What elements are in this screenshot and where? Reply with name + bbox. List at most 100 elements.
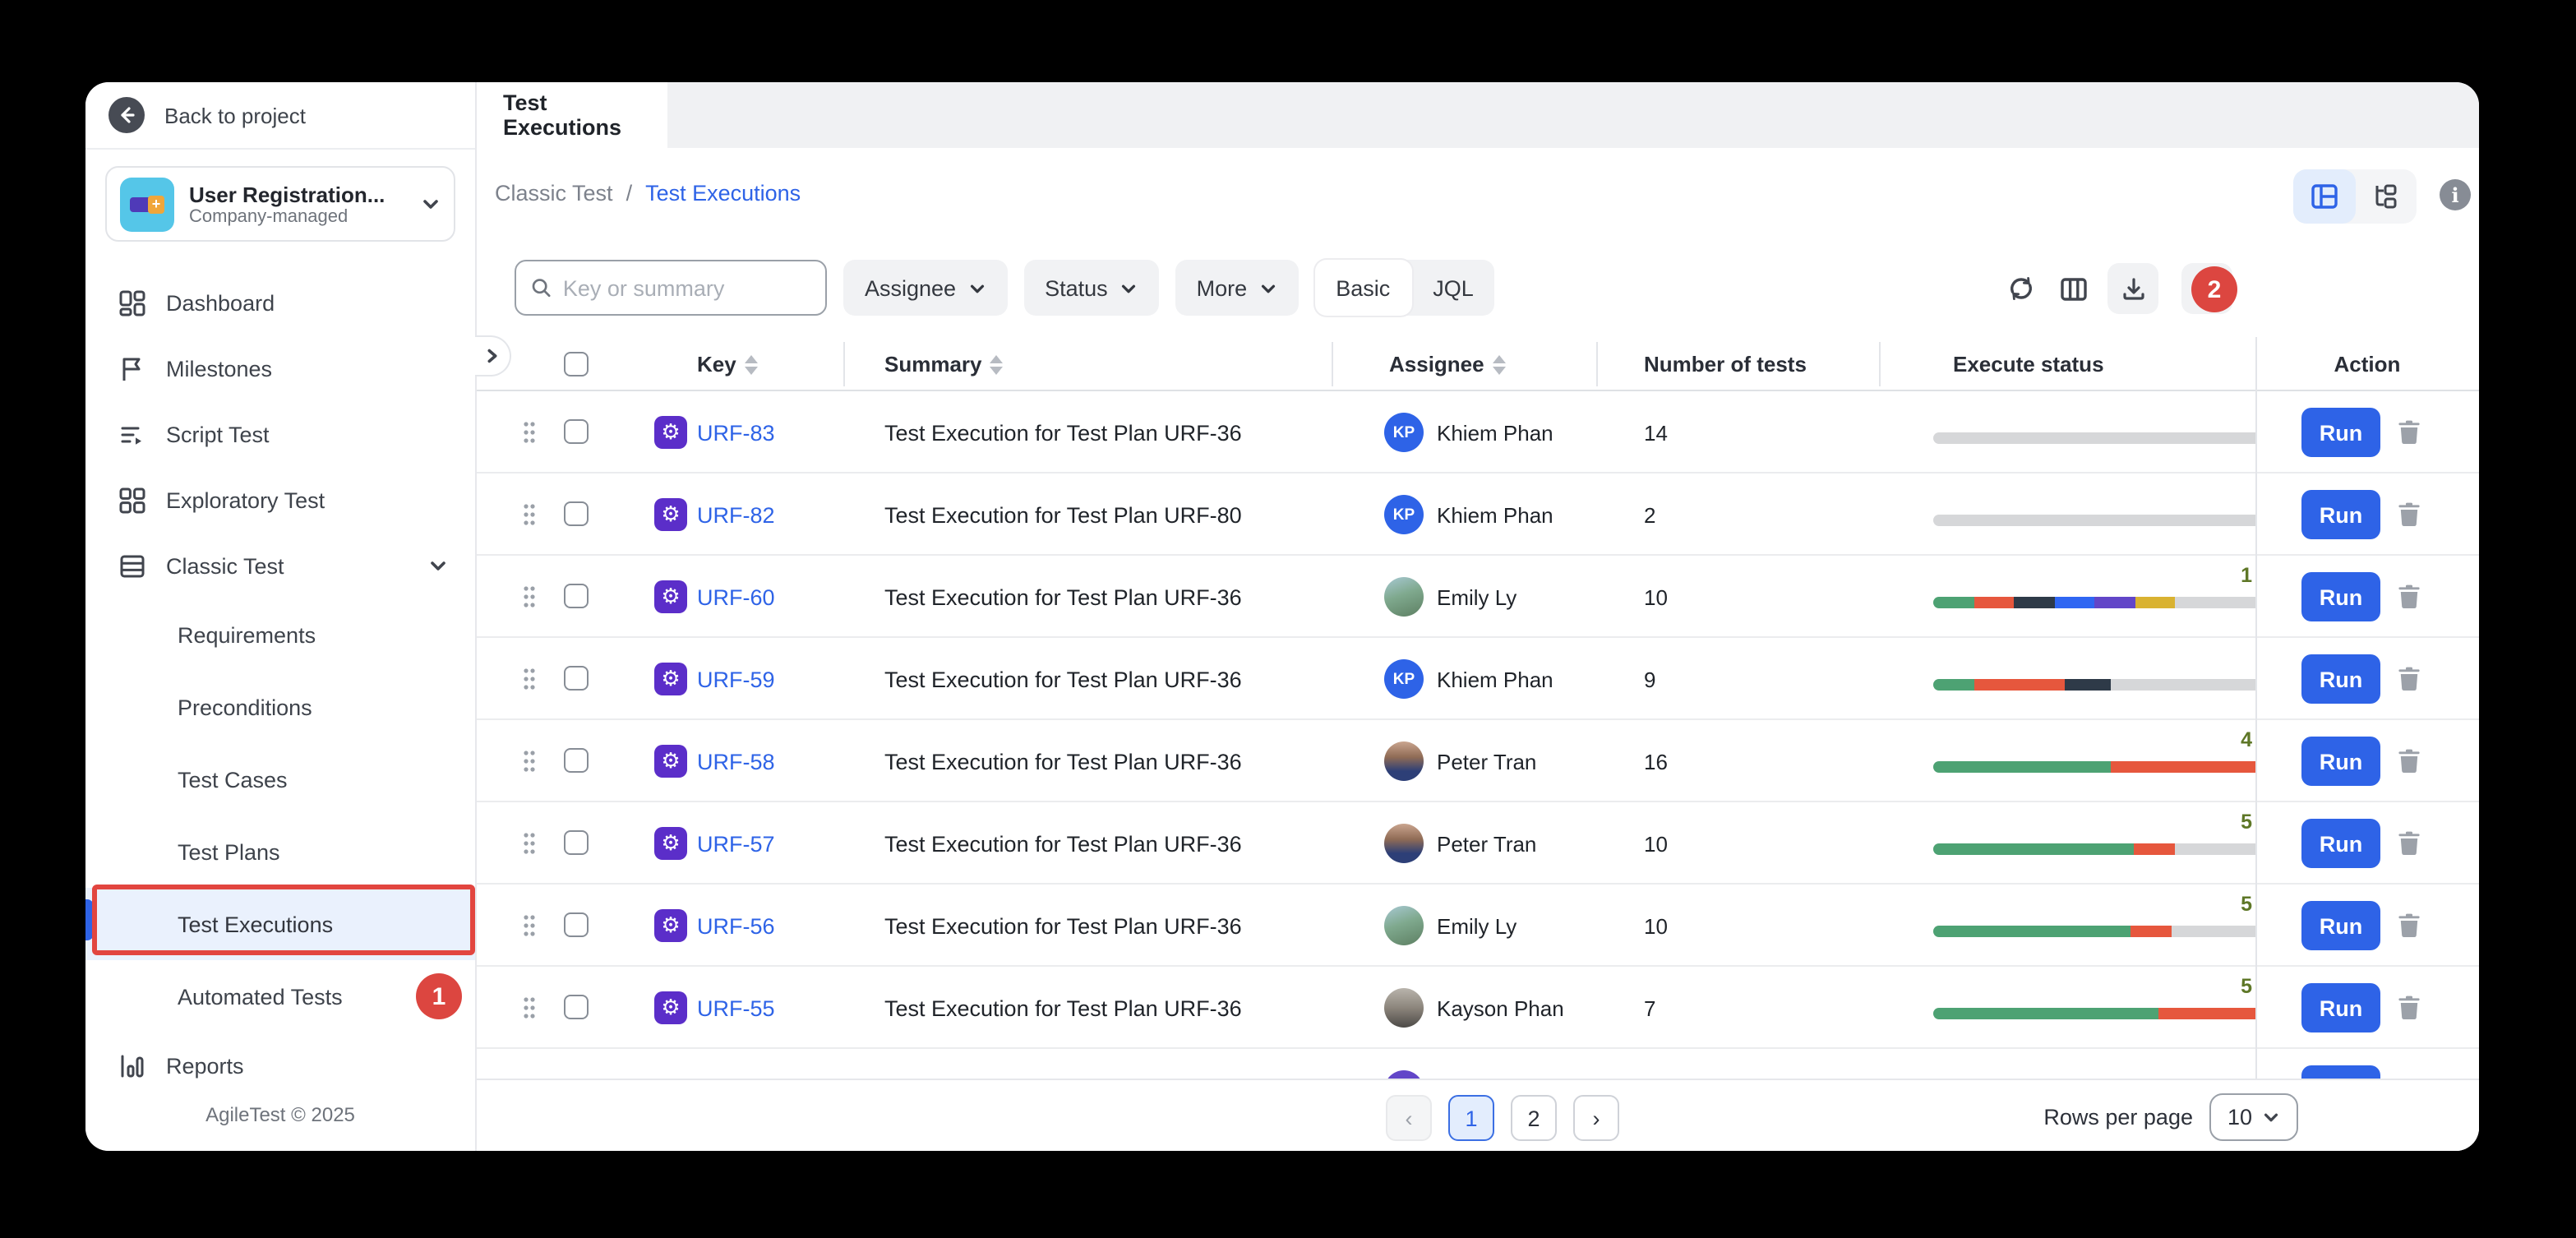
select-all-checkbox[interactable]	[564, 352, 589, 376]
row-checkbox[interactable]	[564, 830, 589, 855]
drag-handle-icon[interactable]	[523, 914, 536, 937]
action-column-divider	[2255, 337, 2257, 1079]
search-input[interactable]	[563, 275, 810, 300]
mode-basic[interactable]: Basic	[1314, 260, 1411, 316]
drag-handle-icon[interactable]	[523, 832, 536, 855]
issue-key-link[interactable]: URF-55	[697, 967, 775, 1049]
row-checkbox[interactable]	[564, 419, 589, 444]
sidebar-item-milestones[interactable]: Milestones	[85, 335, 475, 401]
back-to-project[interactable]: Back to project	[85, 82, 475, 150]
avatar	[1384, 906, 1424, 945]
sidebar-item-reports[interactable]: Reports	[85, 1032, 475, 1098]
run-button[interactable]: Run	[2301, 819, 2380, 868]
run-button[interactable]: Run	[2301, 490, 2380, 539]
more-filter-button[interactable]: More	[1175, 260, 1299, 316]
column-header-assignee[interactable]: Assignee	[1389, 337, 1506, 391]
refresh-button[interactable]	[1996, 263, 2047, 314]
pagination-page-1[interactable]: 1	[1448, 1095, 1494, 1141]
export-button[interactable]	[2107, 263, 2158, 314]
trash-icon[interactable]	[2397, 419, 2421, 454]
column-header-execute-status[interactable]: Execute status	[1953, 337, 2104, 391]
run-button[interactable]: Run	[2301, 1065, 2380, 1079]
assignee-filter-button[interactable]: Assignee	[843, 260, 1007, 316]
row-checkbox[interactable]	[564, 912, 589, 937]
chevron-down-icon	[1258, 279, 1276, 297]
row-checkbox[interactable]	[564, 995, 589, 1019]
run-button[interactable]: Run	[2301, 983, 2380, 1032]
chevron-down-icon	[1119, 279, 1138, 297]
drag-handle-icon[interactable]	[523, 750, 536, 773]
sidebar-item-classic-test[interactable]: Classic Test	[85, 533, 475, 598]
trash-icon[interactable]	[2397, 584, 2421, 618]
pagination-prev-button[interactable]: ‹	[1386, 1095, 1432, 1141]
row-checkbox[interactable]	[564, 666, 589, 691]
trash-icon[interactable]	[2397, 666, 2421, 700]
info-icon[interactable]: i	[2440, 179, 2471, 210]
issue-key-link[interactable]: URF-82	[697, 473, 775, 556]
chevron-down-icon	[424, 556, 452, 575]
back-to-project-label: Back to project	[164, 103, 306, 127]
execute-status-bar	[1933, 761, 2255, 773]
sidebar-item-automated-tests[interactable]: Automated Tests 1	[85, 960, 475, 1032]
number-of-tests: 10	[1644, 556, 1668, 638]
drag-handle-icon[interactable]	[523, 503, 536, 526]
run-button[interactable]: Run	[2301, 901, 2380, 950]
row-checkbox[interactable]	[564, 501, 589, 526]
list-view-button[interactable]	[2293, 169, 2355, 224]
run-button[interactable]: Run	[2301, 572, 2380, 621]
issue-key-link[interactable]: URF-83	[697, 391, 775, 473]
sidebar-item-test-executions[interactable]: Test Executions	[85, 888, 475, 960]
drag-handle-icon[interactable]	[523, 585, 536, 608]
run-button[interactable]: Run	[2301, 408, 2380, 457]
breadcrumb-parent[interactable]: Classic Test	[495, 181, 613, 206]
sidebar-item-requirements[interactable]: Requirements	[85, 598, 475, 671]
rows-per-page-select[interactable]: 10	[2209, 1093, 2298, 1141]
test-execution-type-icon: ⚙	[654, 827, 687, 860]
table-row: ⚙ URF-60 Test Execution for Test Plan UR…	[477, 556, 2479, 638]
sidebar-item-label: Script Test	[166, 422, 270, 446]
app-window: Back to project + User Registration... C…	[85, 82, 2479, 1151]
trash-icon[interactable]	[2397, 830, 2421, 865]
breadcrumb-current[interactable]: Test Executions	[645, 181, 801, 206]
issue-key-link[interactable]: URF-58	[697, 720, 775, 802]
issue-key-link[interactable]: URF-59	[697, 638, 775, 720]
pagination-next-button[interactable]: ›	[1573, 1095, 1619, 1141]
tree-view-button[interactable]	[2355, 169, 2417, 224]
chevron-down-icon	[421, 194, 441, 214]
column-header-summary[interactable]: Summary	[884, 337, 1004, 391]
drag-handle-icon[interactable]	[523, 668, 536, 691]
mode-jql[interactable]: JQL	[1411, 260, 1495, 316]
run-button[interactable]: Run	[2301, 654, 2380, 704]
drag-handle-icon[interactable]	[523, 996, 536, 1019]
sort-icon	[990, 354, 1004, 374]
trash-icon[interactable]	[2397, 995, 2421, 1029]
assignee-name: Peter Tran	[1437, 802, 1536, 885]
sidebar-item-dashboard[interactable]: Dashboard	[85, 270, 475, 335]
trash-icon[interactable]	[2397, 748, 2421, 783]
avatar	[1384, 741, 1424, 781]
trash-icon[interactable]	[2397, 501, 2421, 536]
sidebar-item-preconditions[interactable]: Preconditions	[85, 671, 475, 743]
columns-button[interactable]	[2048, 263, 2099, 314]
execute-status-cell: 5	[1933, 967, 2255, 1049]
chevron-down-icon	[2262, 1108, 2280, 1126]
run-button[interactable]: Run	[2301, 737, 2380, 786]
sidebar-item-exploratory-test[interactable]: Exploratory Test	[85, 467, 475, 533]
sidebar-item-test-plans[interactable]: Test Plans	[85, 815, 475, 888]
issue-key-link[interactable]: URF-57	[697, 802, 775, 885]
project-selector[interactable]: + User Registration... Company-managed	[105, 166, 455, 242]
chevron-down-icon	[967, 279, 986, 297]
row-checkbox[interactable]	[564, 748, 589, 773]
row-checkbox[interactable]	[564, 584, 589, 608]
trash-icon[interactable]	[2397, 912, 2421, 947]
pagination-page-2[interactable]: 2	[1511, 1095, 1557, 1141]
tab-test-executions[interactable]: Test Executions	[477, 82, 667, 148]
column-header-number-of-tests[interactable]: Number of tests	[1644, 337, 1807, 391]
sidebar-item-test-cases[interactable]: Test Cases	[85, 743, 475, 815]
drag-handle-icon[interactable]	[523, 421, 536, 444]
sidebar-item-script-test[interactable]: Script Test	[85, 401, 475, 467]
issue-key-link[interactable]: URF-56	[697, 885, 775, 967]
status-filter-button[interactable]: Status	[1023, 260, 1159, 316]
issue-key-link[interactable]: URF-60	[697, 556, 775, 638]
column-header-key[interactable]: Key	[697, 337, 758, 391]
